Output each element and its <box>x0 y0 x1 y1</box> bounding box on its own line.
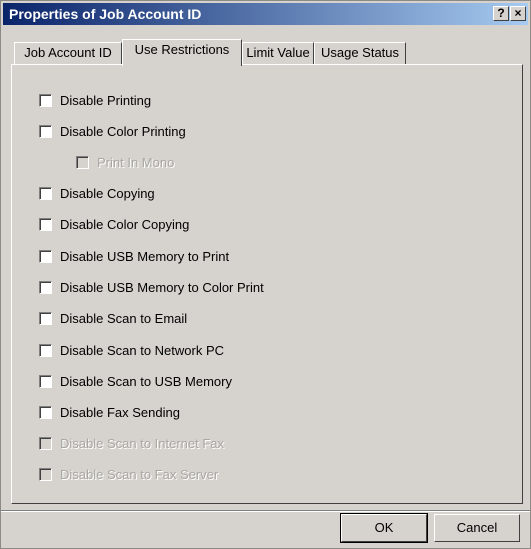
dialog-title: Properties of Job Account ID <box>9 6 202 22</box>
option-label: Disable USB Memory to Color Print <box>60 280 264 295</box>
cancel-button[interactable]: Cancel <box>434 514 520 542</box>
option-label: Disable Printing <box>60 93 152 108</box>
checkbox[interactable] <box>39 406 52 419</box>
checkbox <box>39 468 52 481</box>
option-label: Disable Scan to Fax Server <box>60 467 219 482</box>
option-label: Disable Scan to Internet Fax <box>60 436 225 451</box>
checkbox <box>39 437 52 450</box>
help-button[interactable]: ? <box>493 6 509 21</box>
tab-usage-status[interactable]: Usage Status <box>314 42 406 64</box>
checkbox[interactable] <box>39 125 52 138</box>
option-label: Print In Mono <box>97 155 175 170</box>
checkbox[interactable] <box>39 94 52 107</box>
checkbox[interactable] <box>39 281 52 294</box>
option-label: Disable Scan to USB Memory <box>60 374 232 389</box>
checkbox[interactable] <box>39 375 52 388</box>
option-label: Disable Copying <box>60 186 155 201</box>
checkbox[interactable] <box>39 187 52 200</box>
option-label: Disable Fax Sending <box>60 405 180 420</box>
use-restrictions-panel: Disable Printing Disable Color Printing … <box>11 64 523 504</box>
checkbox <box>76 156 89 169</box>
tab-use-restrictions[interactable]: Use Restrictions <box>122 39 242 66</box>
divider <box>1 510 530 512</box>
checkbox[interactable] <box>39 250 52 263</box>
properties-dialog: Properties of Job Account ID ? × Job Acc… <box>0 0 531 549</box>
close-button[interactable]: × <box>510 6 526 21</box>
checkbox[interactable] <box>39 218 52 231</box>
option-label: Disable Color Copying <box>60 217 190 232</box>
option-label: Disable Color Printing <box>60 124 186 139</box>
ok-button[interactable]: OK <box>340 513 428 543</box>
title-bar[interactable]: Properties of Job Account ID ? × <box>3 3 528 25</box>
checkbox[interactable] <box>39 344 52 357</box>
checkbox[interactable] <box>39 312 52 325</box>
tab-limit-value[interactable]: Limit Value <box>242 42 314 64</box>
tab-job-account-id[interactable]: Job Account ID <box>14 42 122 64</box>
tab-strip: Job Account ID Use Restrictions Limit Va… <box>11 39 523 66</box>
option-label: Disable Scan to Network PC <box>60 343 225 358</box>
option-label: Disable Scan to Email <box>60 311 188 326</box>
option-label: Disable USB Memory to Print <box>60 249 230 264</box>
